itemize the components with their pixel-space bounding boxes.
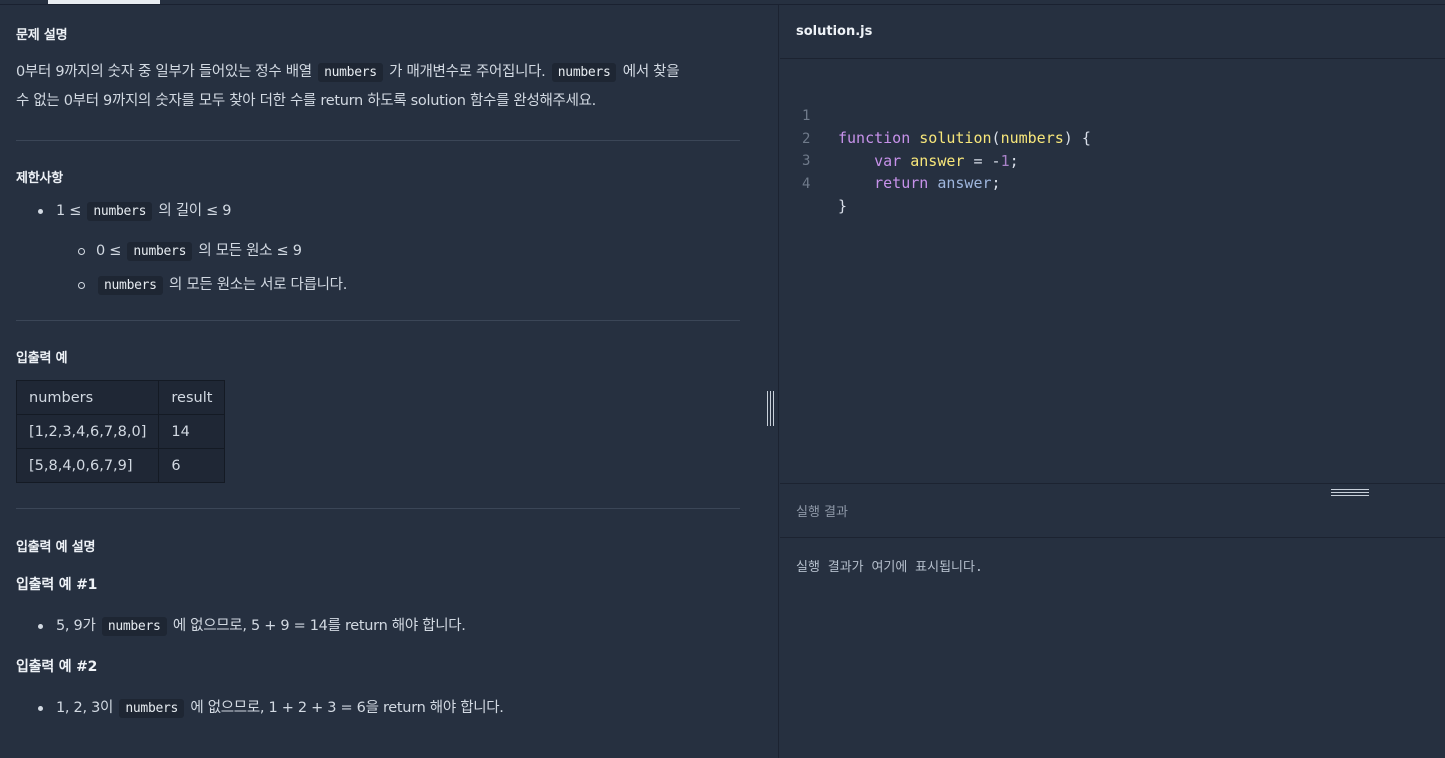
circle-bullet-icon xyxy=(78,248,85,255)
example-2-list: 1, 2, 3이 numbers 에 없으므로, 1 + 2 + 3 = 6을 … xyxy=(16,691,736,725)
list-item: 1, 2, 3이 numbers 에 없으므로, 1 + 2 + 3 = 6을 … xyxy=(16,691,736,725)
description-section: 문제 설명 xyxy=(16,24,740,43)
grip-line xyxy=(767,391,768,426)
io-title: 입출력 예 xyxy=(16,351,68,366)
constraints-list: 1 ≤ numbers 의 길이 ≤ 9 0 ≤ numbers 의 모든 원소… xyxy=(16,196,736,302)
code-line: 1 function solution(numbers) { xyxy=(780,83,1445,147)
line-number: 4 xyxy=(802,176,811,192)
list-item: 1 ≤ numbers 의 길이 ≤ 9 xyxy=(16,196,736,230)
inline-code: numbers xyxy=(101,617,167,636)
inline-code: numbers xyxy=(87,202,153,221)
table-cell: [1,2,3,4,6,7,8,0] xyxy=(15,414,160,449)
vertical-splitter-handle[interactable] xyxy=(766,391,775,426)
list-item: 0 ≤ numbers 의 모든 원소 ≤ 9 xyxy=(16,234,736,268)
description-line-2: 수 없는 0부터 9까지의 숫자를 모두 찾아 더한 수를 return 하도록… xyxy=(16,93,596,109)
table-cell: 14 xyxy=(158,414,226,449)
result-output: 실행 결과가 여기에 표시됩니다. xyxy=(796,560,983,575)
table-row: [5,8,4,0,6,7,9] 6 xyxy=(15,448,226,483)
table-header: numbers xyxy=(15,380,160,415)
explain-title: 입출력 예 설명 xyxy=(16,540,96,555)
editor-panel: solution.js 1 function solution(numbers)… xyxy=(780,5,1445,758)
table-row: [1,2,3,4,6,7,8,0] 14 xyxy=(15,414,226,449)
grip-line xyxy=(770,391,771,426)
divider xyxy=(780,483,1445,484)
horizontal-splitter-handle[interactable] xyxy=(1331,488,1369,496)
divider xyxy=(16,320,740,321)
list-item: 5, 9가 numbers 에 없으므로, 5 + 9 = 14를 return… xyxy=(16,609,736,643)
inline-code: numbers xyxy=(318,63,383,82)
inline-code: numbers xyxy=(551,63,617,82)
problem-panel: 문제 설명 0부터 9까지의 숫자 중 일부가 들어있는 정수 배열 numbe… xyxy=(0,5,779,758)
table-header-row: numbers result xyxy=(15,380,226,415)
example-1-list: 5, 9가 numbers 에 없으므로, 5 + 9 = 14를 return… xyxy=(16,609,736,643)
code-editor[interactable]: 1 function solution(numbers) { 2 var ans… xyxy=(780,60,1445,483)
code-line: 4 } xyxy=(780,151,1445,215)
description-line-1: 0부터 9까지의 숫자 중 일부가 들어있는 정수 배열 numbers 가 매… xyxy=(16,63,680,82)
table-cell: [5,8,4,0,6,7,9] xyxy=(15,448,160,483)
inline-code: numbers xyxy=(98,276,163,295)
constraints-title: 제한사항 xyxy=(16,171,64,186)
description-text: 0부터 9까지의 숫자 중 일부가 들어있는 정수 배열 numbers 가 매… xyxy=(16,58,756,116)
list-item: numbers 의 모든 원소는 서로 다릅니다. xyxy=(16,268,736,302)
file-header: solution.js xyxy=(780,5,1445,59)
active-tab-indicator[interactable] xyxy=(48,0,160,4)
inline-code: numbers xyxy=(127,242,193,261)
inline-code: numbers xyxy=(119,699,185,718)
divider xyxy=(16,140,740,141)
divider xyxy=(780,537,1445,538)
example-2-title: 입출력 예 #2 xyxy=(16,659,98,675)
divider xyxy=(16,508,740,509)
code-line: 2 var answer = -1; xyxy=(780,106,1445,170)
grip-line xyxy=(1331,492,1369,493)
bullet-icon xyxy=(38,624,43,629)
bullet-icon xyxy=(38,706,43,711)
grip-line xyxy=(1331,495,1369,496)
grip-line xyxy=(1331,489,1369,490)
description-title: 문제 설명 xyxy=(16,28,68,43)
table-cell: 6 xyxy=(158,448,226,483)
circle-bullet-icon xyxy=(78,282,85,289)
io-table: numbers result [1,2,3,4,6,7,8,0] 14 [5,8… xyxy=(15,380,226,483)
code-line: 3 return answer; xyxy=(780,128,1445,192)
example-1-title: 입출력 예 #1 xyxy=(16,577,98,593)
grip-line xyxy=(773,391,774,426)
bullet-icon xyxy=(38,209,43,214)
table-header: result xyxy=(158,380,226,415)
result-title: 실행 결과 xyxy=(796,505,848,520)
file-name-tab[interactable]: solution.js xyxy=(796,24,872,39)
